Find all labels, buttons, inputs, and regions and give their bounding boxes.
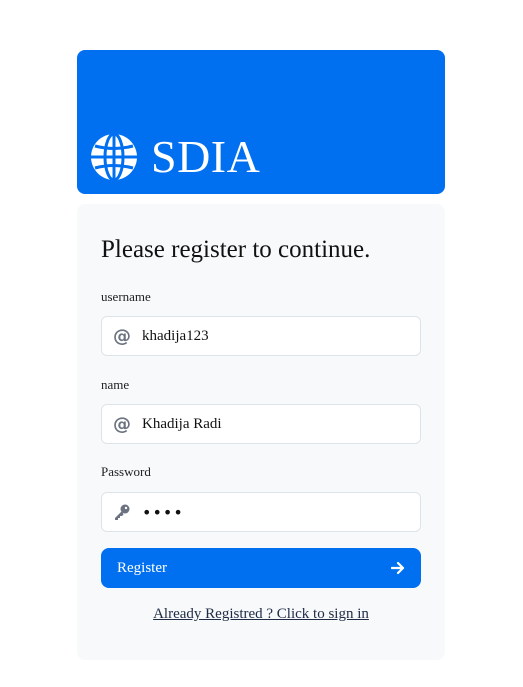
name-field[interactable]: @ Khadija Radi bbox=[101, 404, 421, 444]
form-heading: Please register to continue. bbox=[101, 236, 371, 263]
password-value: •••• bbox=[142, 502, 184, 522]
password-field[interactable]: •••• bbox=[101, 492, 421, 532]
register-button-label: Register bbox=[117, 559, 167, 576]
name-value: Khadija Radi bbox=[142, 415, 222, 432]
username-label: username bbox=[101, 289, 151, 304]
brand-banner: SDIA bbox=[77, 50, 445, 194]
brand: SDIA bbox=[89, 132, 260, 182]
at-icon: @ bbox=[113, 325, 131, 347]
register-button[interactable]: Register bbox=[101, 548, 421, 588]
name-label: name bbox=[101, 377, 130, 392]
username-field[interactable]: @ khadija123 bbox=[101, 316, 421, 356]
globe-icon bbox=[89, 132, 139, 182]
password-label: Password bbox=[101, 464, 151, 479]
username-value: khadija123 bbox=[142, 327, 209, 344]
register-card: Please register to continue. username @ … bbox=[77, 204, 445, 660]
arrow-right-icon bbox=[391, 561, 405, 575]
key-icon bbox=[102, 503, 142, 521]
register-page: SDIA Please register to continue. userna… bbox=[0, 0, 523, 687]
at-icon: @ bbox=[113, 413, 131, 435]
signin-link[interactable]: Already Registred ? Click to sign in bbox=[101, 606, 421, 623]
brand-name: SDIA bbox=[151, 131, 261, 182]
